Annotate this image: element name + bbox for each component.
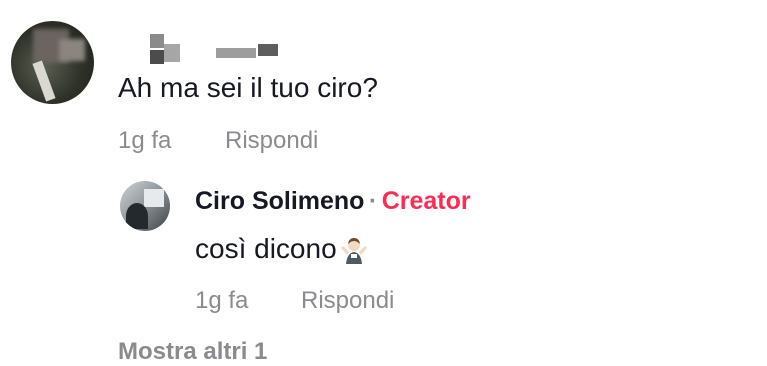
creator-badge: Creator: [381, 187, 471, 215]
reply-text-row: così dicono: [195, 233, 369, 265]
comment-text: Ah ma sei il tuo ciro?: [118, 72, 378, 103]
reply-text: così dicono: [195, 233, 337, 264]
reply-button[interactable]: Rispondi: [225, 127, 318, 155]
comment-timestamp: 1g fa: [118, 127, 172, 154]
reply-header: Ciro Solimeno · Creator: [195, 187, 471, 216]
commenter-avatar[interactable]: [11, 21, 94, 104]
person-shrugging-icon: [339, 234, 369, 264]
reply-timestamp: 1g fa: [195, 287, 249, 314]
more-replies-link[interactable]: Mostra altri 1: [118, 338, 267, 366]
reply-author-name[interactable]: Ciro Solimeno: [195, 187, 364, 215]
separator-dot: ·: [368, 187, 378, 215]
reply-to-reply-button[interactable]: Rispondi: [301, 287, 394, 315]
commenter-username-redacted[interactable]: [150, 30, 280, 66]
creator-avatar[interactable]: [120, 181, 170, 231]
